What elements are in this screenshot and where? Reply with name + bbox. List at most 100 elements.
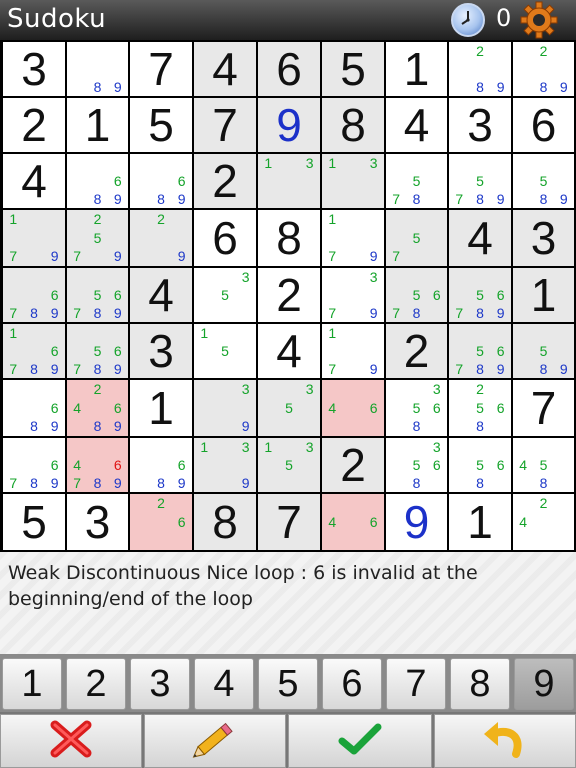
number-key-8[interactable]: 8 xyxy=(450,658,510,710)
cell-r7c3[interactable]: 1 xyxy=(130,380,192,436)
cell-r2c8[interactable]: 3 xyxy=(449,98,511,152)
number-key-5[interactable]: 5 xyxy=(258,658,318,710)
cell-r5c5[interactable]: 2 xyxy=(258,268,320,322)
number-key-6[interactable]: 6 xyxy=(322,658,382,710)
cell-r9c4[interactable]: 8 xyxy=(194,494,256,550)
cell-r6c3[interactable]: 3 xyxy=(130,324,192,378)
cell-r5c9[interactable]: 1 xyxy=(513,268,574,322)
confirm-button[interactable] xyxy=(288,714,432,768)
cell-r1c6[interactable]: 5 xyxy=(322,42,384,96)
cell-r7c1[interactable]: 689 xyxy=(3,380,65,436)
cell-r7c4[interactable]: 39 xyxy=(194,380,256,436)
cell-r2c3[interactable]: 5 xyxy=(130,98,192,152)
cell-r7c8[interactable]: 2 568 xyxy=(449,380,511,436)
candidate-digit: 7 xyxy=(455,360,464,377)
cell-r3c6[interactable]: 13 xyxy=(322,154,384,208)
cell-r5c1[interactable]: 6 789 xyxy=(3,268,65,322)
cell-r6c4[interactable]: 15 xyxy=(194,324,256,378)
candidate-digit: 2 xyxy=(93,381,102,397)
pencil-button[interactable] xyxy=(144,714,286,768)
cell-r5c4[interactable]: 35 xyxy=(194,268,256,322)
cell-r8c1[interactable]: 6 789 xyxy=(3,438,65,492)
number-key-9[interactable]: 9 xyxy=(514,658,574,710)
cell-r8c8[interactable]: 568 xyxy=(449,438,511,492)
cell-r3c2[interactable]: 689 xyxy=(67,154,128,208)
cell-r2c1[interactable]: 2 xyxy=(3,98,65,152)
cell-r3c4[interactable]: 2 xyxy=(194,154,256,208)
cell-r4c3[interactable]: 29 xyxy=(130,210,192,266)
cell-r6c2[interactable]: 56 789 xyxy=(67,324,128,378)
cell-r4c5[interactable]: 8 xyxy=(258,210,320,266)
cell-r5c7[interactable]: 56 78 xyxy=(386,268,447,322)
number-key-3[interactable]: 3 xyxy=(130,658,190,710)
cell-r7c5[interactable]: 35 xyxy=(258,380,320,436)
number-key-4[interactable]: 4 xyxy=(194,658,254,710)
cell-r6c1[interactable]: 1 6 789 xyxy=(3,324,65,378)
cell-r6c9[interactable]: 589 xyxy=(513,324,574,378)
cell-r1c9[interactable]: 2 89 xyxy=(513,42,574,96)
cell-r9c5[interactable]: 7 xyxy=(258,494,320,550)
cell-r3c9[interactable]: 589 xyxy=(513,154,574,208)
cell-r2c5[interactable]: 9 xyxy=(258,98,320,152)
settings-gear-icon[interactable] xyxy=(519,1,559,39)
cell-r6c5[interactable]: 4 xyxy=(258,324,320,378)
cell-r3c8[interactable]: 5789 xyxy=(449,154,511,208)
cell-r6c6[interactable]: 1 7 9 xyxy=(322,324,384,378)
cell-r8c3[interactable]: 689 xyxy=(130,438,192,492)
cell-r6c7[interactable]: 2 xyxy=(386,324,447,378)
cell-r3c3[interactable]: 689 xyxy=(130,154,192,208)
cell-r2c9[interactable]: 6 xyxy=(513,98,574,152)
cell-r1c3[interactable]: 7 xyxy=(130,42,192,96)
given-digit: 2 xyxy=(403,325,430,377)
cell-r6c8[interactable]: 56 789 xyxy=(449,324,511,378)
cell-r1c7[interactable]: 1 xyxy=(386,42,447,96)
cell-r3c1[interactable]: 4 xyxy=(3,154,65,208)
cell-r8c9[interactable]: 458 xyxy=(513,438,574,492)
cell-r1c8[interactable]: 2 89 xyxy=(449,42,511,96)
cell-r5c6[interactable]: 3 7 9 xyxy=(322,268,384,322)
cell-r7c6[interactable]: 46 xyxy=(322,380,384,436)
cell-r8c4[interactable]: 1 3 9 xyxy=(194,438,256,492)
number-key-2[interactable]: 2 xyxy=(66,658,126,710)
cell-r2c4[interactable]: 7 xyxy=(194,98,256,152)
cell-r1c5[interactable]: 6 xyxy=(258,42,320,96)
cell-r2c7[interactable]: 4 xyxy=(386,98,447,152)
cell-r1c2[interactable]: 89 xyxy=(67,42,128,96)
cell-r2c2[interactable]: 1 xyxy=(67,98,128,152)
cell-r5c8[interactable]: 56 789 xyxy=(449,268,511,322)
cell-r9c7[interactable]: 9 xyxy=(386,494,447,550)
number-key-1[interactable]: 1 xyxy=(2,658,62,710)
cell-r8c5[interactable]: 1 35 xyxy=(258,438,320,492)
cell-r2c6[interactable]: 8 xyxy=(322,98,384,152)
delete-button[interactable] xyxy=(0,714,142,768)
cell-r1c1[interactable]: 3 xyxy=(3,42,65,96)
cell-r8c7[interactable]: 3568 xyxy=(386,438,447,492)
cell-r4c6[interactable]: 1 7 9 xyxy=(322,210,384,266)
cell-r7c2[interactable]: 24 689 xyxy=(67,380,128,436)
given-digit: 1 xyxy=(530,269,557,321)
cell-r1c4[interactable]: 4 xyxy=(194,42,256,96)
timer-clock-icon[interactable] xyxy=(451,3,485,37)
cell-r9c8[interactable]: 1 xyxy=(449,494,511,550)
cell-r9c6[interactable]: 46 xyxy=(322,494,384,550)
cell-r3c5[interactable]: 13 xyxy=(258,154,320,208)
cell-r5c2[interactable]: 56 789 xyxy=(67,268,128,322)
cell-r9c2[interactable]: 3 xyxy=(67,494,128,550)
cell-r4c4[interactable]: 6 xyxy=(194,210,256,266)
cell-r8c2[interactable]: 4 6 789 xyxy=(67,438,128,492)
number-key-7[interactable]: 7 xyxy=(386,658,446,710)
cell-r9c9[interactable]: 24 xyxy=(513,494,574,550)
cell-r7c9[interactable]: 7 xyxy=(513,380,574,436)
cell-r4c9[interactable]: 3 xyxy=(513,210,574,266)
cell-r4c8[interactable]: 4 xyxy=(449,210,511,266)
cell-r5c3[interactable]: 4 xyxy=(130,268,192,322)
cell-r4c7[interactable]: 57 xyxy=(386,210,447,266)
cell-r7c7[interactable]: 3568 xyxy=(386,380,447,436)
cell-r8c6[interactable]: 2 xyxy=(322,438,384,492)
cell-r9c3[interactable]: 26 xyxy=(130,494,192,550)
undo-button[interactable] xyxy=(434,714,576,768)
cell-r3c7[interactable]: 578 xyxy=(386,154,447,208)
cell-r4c1[interactable]: 1 7 9 xyxy=(3,210,65,266)
cell-r4c2[interactable]: 2 57 9 xyxy=(67,210,128,266)
cell-r9c1[interactable]: 5 xyxy=(3,494,65,550)
